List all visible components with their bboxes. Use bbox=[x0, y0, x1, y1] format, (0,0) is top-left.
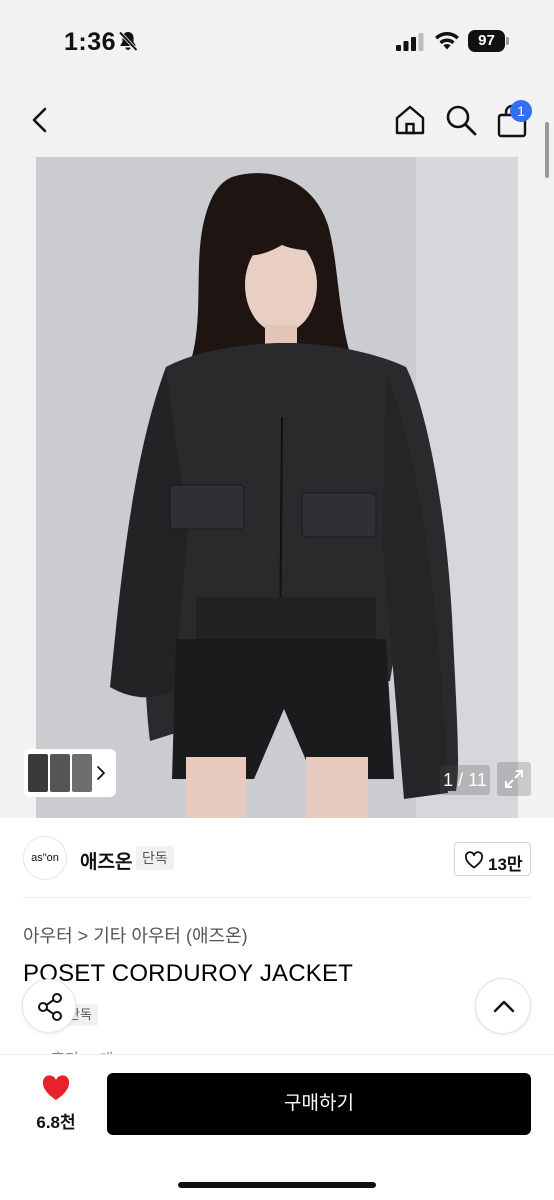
cart-count-badge: 1 bbox=[510, 100, 532, 122]
share-button[interactable] bbox=[22, 979, 76, 1033]
brand-name[interactable]: 애즈온 bbox=[80, 847, 132, 874]
signal-icon bbox=[396, 33, 424, 51]
exclusive-tag: 단독 bbox=[136, 846, 174, 870]
category-breadcrumb[interactable]: 아우터 > 기타 아우터 (애즈온) bbox=[23, 922, 248, 948]
scroll-to-top-button[interactable] bbox=[475, 978, 531, 1034]
chevron-up-icon bbox=[493, 1000, 515, 1013]
expand-button[interactable] bbox=[497, 762, 531, 796]
brand-logo[interactable]: as"on bbox=[23, 836, 67, 880]
thumbnail-1[interactable] bbox=[28, 754, 48, 792]
share-icon bbox=[38, 993, 62, 1021]
bell-slash-icon bbox=[118, 31, 138, 52]
battery-level: 97 bbox=[468, 30, 505, 52]
buy-button[interactable]: 구매하기 bbox=[107, 1073, 531, 1135]
back-icon[interactable] bbox=[26, 102, 56, 138]
heart-icon[interactable] bbox=[41, 1075, 71, 1102]
product-image[interactable] bbox=[36, 157, 518, 818]
home-icon[interactable] bbox=[392, 102, 428, 138]
wish-count: 6.8천 bbox=[36, 1113, 76, 1132]
thumbnail-2[interactable] bbox=[50, 754, 70, 792]
brand-like-button[interactable]: 13만 bbox=[454, 842, 531, 876]
model-photo bbox=[36, 157, 518, 818]
expand-icon bbox=[505, 770, 523, 788]
page-scrollbar[interactable] bbox=[545, 122, 549, 178]
status-bar: 1:36 97 bbox=[0, 0, 554, 82]
home-indicator[interactable] bbox=[178, 1182, 376, 1188]
battery-cap bbox=[506, 37, 509, 45]
product-title: POSET CORDUROY JACKET bbox=[23, 960, 354, 987]
status-time: 1:36 bbox=[64, 28, 117, 56]
gallery-page-indicator: 1 / 11 bbox=[440, 765, 490, 795]
battery-indicator: 97 bbox=[468, 30, 509, 52]
heart-outline-icon bbox=[465, 851, 483, 869]
brand-like-count: 13만 bbox=[488, 855, 523, 874]
thumbnail-3[interactable] bbox=[72, 754, 92, 792]
section-divider bbox=[23, 897, 531, 898]
wifi-icon bbox=[435, 32, 459, 50]
search-icon[interactable] bbox=[443, 102, 479, 138]
chevron-right-icon[interactable] bbox=[94, 765, 108, 781]
